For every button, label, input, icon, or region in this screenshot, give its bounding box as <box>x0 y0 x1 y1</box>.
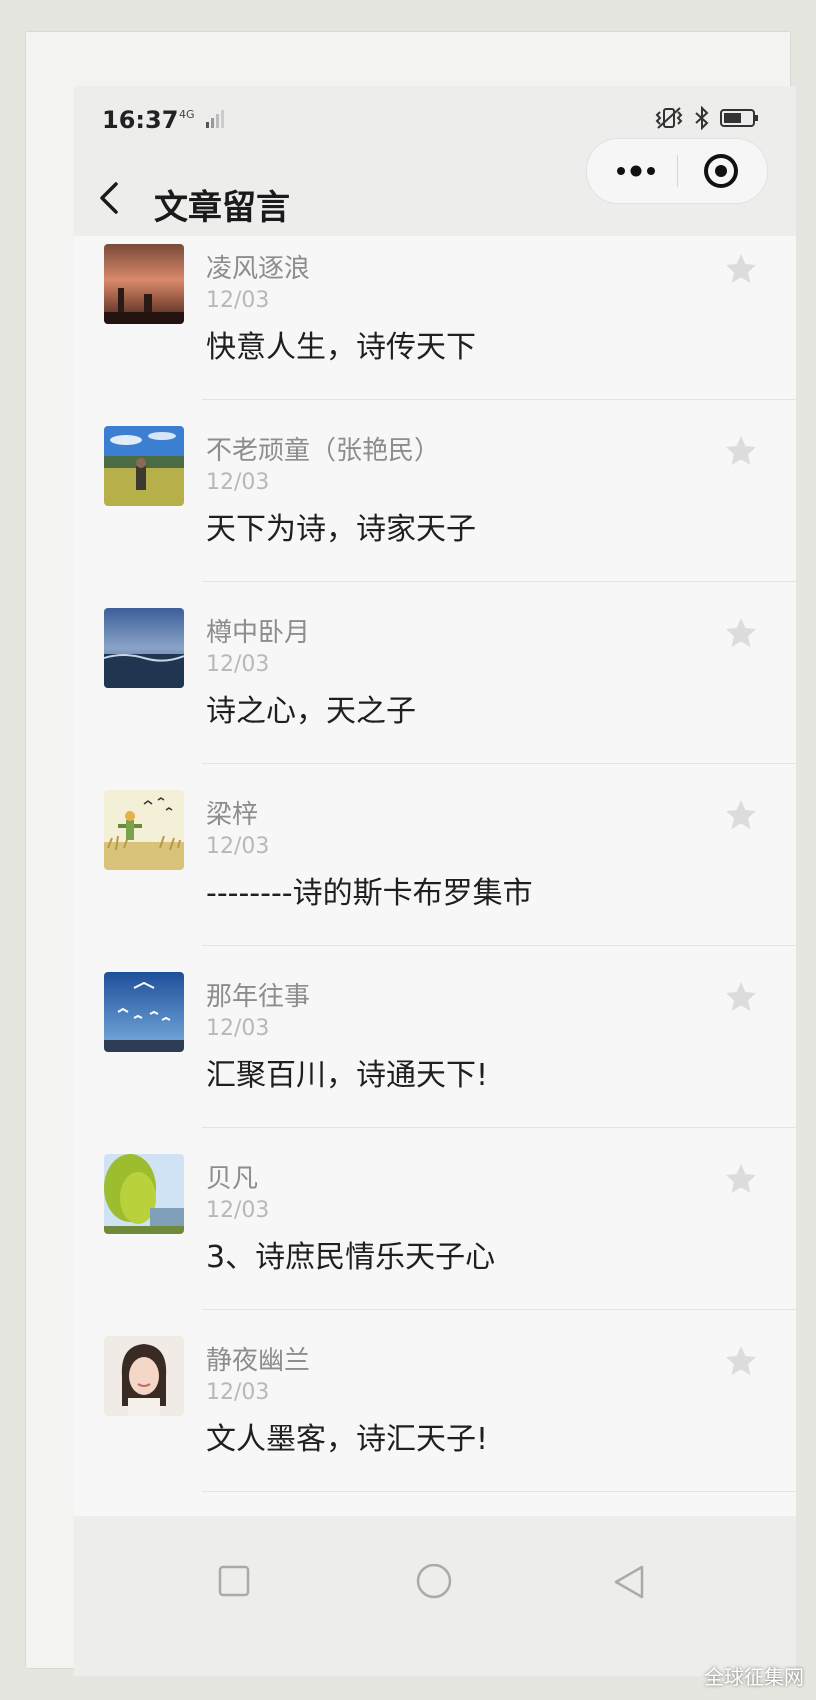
system-nav-bar <box>74 1536 796 1626</box>
comment-author: 樽中卧月 <box>206 618 311 648</box>
vibrate-icon <box>655 107 683 129</box>
comment-divider <box>202 763 796 764</box>
bluetooth-icon <box>695 106 709 130</box>
comment-item: 樽中卧月 12/03 诗之心，天之子 <box>74 600 796 782</box>
avatar-image <box>104 1336 184 1416</box>
comment-date: 12/03 <box>206 652 270 677</box>
comment-divider <box>202 1491 796 1492</box>
comment-date: 12/03 <box>206 1198 270 1223</box>
comment-item: 不老顽童（张艳民） 12/03 天下为诗，诗家天子 <box>74 418 796 600</box>
comment-list: 凌风逐浪 12/03 快意人生，诗传天下 不老顽童（张艳民） 12/03 天下为… <box>74 236 796 1516</box>
comment-author: 凌风逐浪 <box>206 254 311 284</box>
avatar[interactable] <box>104 790 184 870</box>
comment-item: 梁梓 12/03 --------诗的斯卡布罗集市 <box>74 782 796 964</box>
avatar-image <box>104 790 184 870</box>
miniprogram-capsule <box>586 138 768 204</box>
avatar-image <box>104 244 184 324</box>
avatar-image <box>104 426 184 506</box>
like-star-icon[interactable] <box>724 1344 758 1378</box>
comment-item: 凌风逐浪 12/03 快意人生，诗传天下 <box>74 236 796 418</box>
watermark: 全球征集网 <box>704 1665 804 1689</box>
recent-apps-icon[interactable] <box>217 1564 251 1598</box>
status-time: 16:37 <box>102 106 179 134</box>
comment-date: 12/03 <box>206 470 270 495</box>
comment-text: 快意人生，诗传天下 <box>206 330 476 365</box>
comment-date: 12/03 <box>206 1016 270 1041</box>
phone-screen: 16:37 4G 文章留言 凌风逐浪 12/03 快意人生，诗传天下 不老顽童（… <box>74 86 796 1676</box>
comment-divider <box>202 1309 796 1310</box>
like-star-icon[interactable] <box>724 980 758 1014</box>
comment-date: 12/03 <box>206 834 270 859</box>
comment-date: 12/03 <box>206 1380 270 1405</box>
like-star-icon[interactable] <box>724 616 758 650</box>
avatar[interactable] <box>104 1154 184 1234</box>
avatar[interactable] <box>104 972 184 1052</box>
comment-author: 贝凡 <box>206 1164 259 1194</box>
comment-text: 文人墨客，诗汇天子! <box>206 1422 489 1457</box>
comment-divider <box>202 581 796 582</box>
avatar[interactable] <box>104 244 184 324</box>
comment-divider <box>202 399 796 400</box>
photo-frame: 16:37 4G 文章留言 凌风逐浪 12/03 快意人生，诗传天下 不老顽童（… <box>26 32 796 1676</box>
comment-author: 静夜幽兰 <box>206 1346 311 1376</box>
comment-author: 那年往事 <box>206 982 311 1012</box>
comment-text: 天下为诗，诗家天子 <box>206 512 476 547</box>
comment-divider <box>202 945 796 946</box>
comment-date: 12/03 <box>206 288 270 313</box>
comment-author: 梁梓 <box>206 800 259 830</box>
close-circle-icon[interactable] <box>701 151 741 191</box>
status-icons <box>654 106 760 130</box>
avatar-image <box>104 608 184 688</box>
comment-text: --------诗的斯卡布罗集市 <box>206 876 533 911</box>
comment-author: 不老顽童（张艳民） <box>206 436 441 466</box>
page-title: 文章留言 <box>154 188 290 228</box>
back-arrow-icon[interactable] <box>96 178 126 218</box>
network-label: 4G <box>179 108 195 121</box>
signal-icon <box>206 110 224 128</box>
battery-icon <box>720 109 758 127</box>
comment-text: 汇聚百川，诗通天下! <box>206 1058 489 1093</box>
comment-text: 诗之心，天之子 <box>206 694 416 729</box>
capsule-divider <box>677 155 678 187</box>
like-star-icon[interactable] <box>724 798 758 832</box>
like-star-icon[interactable] <box>724 1162 758 1196</box>
avatar[interactable] <box>104 1336 184 1416</box>
avatar-image <box>104 1154 184 1234</box>
more-dots-icon[interactable] <box>609 139 663 203</box>
comment-item: 静夜幽兰 12/03 文人墨客，诗汇天子! <box>74 1328 796 1510</box>
comment-item: 那年往事 12/03 汇聚百川，诗通天下! <box>74 964 796 1146</box>
home-icon[interactable] <box>414 1564 454 1604</box>
comment-item: 贝凡 12/03 3、诗庶民情乐天子心 <box>74 1146 796 1328</box>
avatar[interactable] <box>104 426 184 506</box>
comment-text: 3、诗庶民情乐天子心 <box>206 1240 496 1275</box>
like-star-icon[interactable] <box>724 434 758 468</box>
comment-divider <box>202 1127 796 1128</box>
avatar[interactable] <box>104 608 184 688</box>
back-triangle-icon[interactable] <box>612 1564 646 1600</box>
avatar-image <box>104 972 184 1052</box>
like-star-icon[interactable] <box>724 252 758 286</box>
